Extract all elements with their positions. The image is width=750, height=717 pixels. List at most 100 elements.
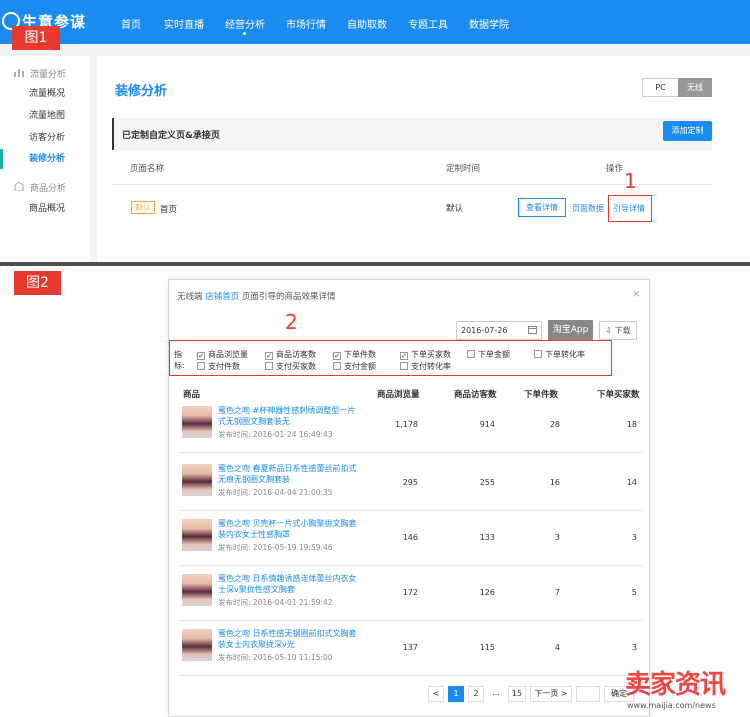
- metric-checkbox-product-uv[interactable]: ✓ 商品访客数: [265, 350, 316, 360]
- product-pv-value: 137: [402, 643, 418, 652]
- order-buyers-value: 18: [626, 420, 637, 429]
- product-thumbnail[interactable]: [182, 464, 212, 496]
- product-uv-value: 115: [479, 643, 495, 652]
- bar-chart-icon: [14, 69, 24, 77]
- metric-checkbox-order-items[interactable]: ✓ 下单件数: [333, 350, 376, 360]
- metric-checkbox-order-buyers[interactable]: ✓ 下单买家数: [400, 350, 451, 360]
- checkbox-icon: [534, 350, 542, 358]
- highlight-box-1: [608, 195, 652, 222]
- marker-2: 2: [285, 310, 298, 334]
- toggle-pc[interactable]: PC: [642, 78, 679, 97]
- nav-operation-analysis[interactable]: 经营分析: [225, 16, 265, 31]
- nav-active-indicator: [243, 32, 246, 35]
- order-items-value: 28: [549, 420, 560, 429]
- order-items-value: 7: [554, 588, 560, 597]
- checkbox-icon: [467, 350, 475, 358]
- checkbox-checked-icon: ✓: [333, 352, 341, 360]
- sidebar-item-visitor-analysis[interactable]: 访客分析: [0, 128, 90, 148]
- figure-separator: [0, 262, 750, 266]
- checkbox-checked-icon: ✓: [265, 352, 273, 360]
- close-icon[interactable]: ×: [632, 287, 641, 300]
- product-name-link[interactable]: 蜜色之吻 日系性感无钢圈前扣式文胸套装女士内衣聚拢深v光: [218, 628, 358, 650]
- order-buyers-value: 3: [631, 533, 637, 542]
- product-uv-value: 133: [479, 533, 495, 542]
- table-row: 蜜色之吻 #杯神器性感刺绣调整型一片式无钢圈文胸套装无 发布时间: 2016-0…: [179, 398, 644, 453]
- checkbox-icon: [400, 362, 408, 370]
- view-detail-button[interactable]: 查看详情: [518, 198, 566, 217]
- main-panel: 装修分析 PC 无线 已定制自定义页&承接页 添加定制 页面名称 定制时间 操作…: [97, 56, 750, 262]
- figure-1-tag: 图1: [12, 26, 60, 50]
- sidebar: 流量分析 流量概况 流量地图 访客分析 装修分析 商品分析 商品概况: [0, 56, 90, 262]
- dialog-title: 无线端 店铺首页 页面引导的商品效果详情: [177, 292, 336, 302]
- toggle-wireless[interactable]: 无线: [678, 78, 712, 97]
- sidebar-item-traffic-overview[interactable]: 流量概况: [0, 84, 90, 104]
- metric-label: 指标:: [174, 350, 185, 370]
- product-thumbnail[interactable]: [182, 406, 212, 438]
- metric-checkbox-order-conversion[interactable]: 下单转化率: [534, 350, 585, 360]
- product-name-link[interactable]: 蜜色之吻 日系情趣诱惑连体蕾丝内衣女士深v聚拢性感文胸套: [218, 573, 358, 595]
- nav-market[interactable]: 市场行情: [286, 16, 326, 31]
- order-buyers-value: 14: [626, 478, 637, 487]
- nav-home[interactable]: 首页: [121, 16, 141, 31]
- product-thumbnail[interactable]: [182, 629, 212, 661]
- section-title: 已定制自定义页&承接页: [122, 131, 220, 141]
- pager-next-button[interactable]: 下一页 >: [530, 686, 572, 702]
- order-items-value: 4: [554, 643, 560, 652]
- column-header-custom-time: 定制时间: [446, 164, 481, 174]
- box-icon: [14, 182, 24, 191]
- order-buyers-value: 5: [631, 588, 637, 597]
- pager-jump-input[interactable]: [576, 686, 600, 702]
- pager-ellipsis: …: [488, 686, 504, 702]
- publish-time: 发布时间: 2016-04-04 21:00:35: [218, 488, 333, 497]
- sidebar-item-decoration-analysis[interactable]: 装修分析: [0, 149, 90, 169]
- metric-checkbox-pay-conversion[interactable]: 支付转化率: [400, 362, 451, 372]
- date-picker[interactable]: 2016-07-26: [456, 321, 542, 340]
- metric-checkbox-pay-amount[interactable]: 支付金额: [333, 362, 376, 372]
- marker-1: 1: [624, 169, 637, 193]
- column-header-page-name: 页面名称: [130, 164, 165, 174]
- metric-checkbox-product-pv[interactable]: ✓ 商品浏览量: [197, 350, 248, 360]
- nav-live[interactable]: 实时直播: [164, 16, 204, 31]
- sidebar-item-product-overview[interactable]: 商品概况: [0, 199, 90, 219]
- checkbox-checked-icon: ✓: [400, 352, 408, 360]
- pager-prev-button[interactable]: <: [428, 686, 444, 702]
- table-row: 蜜色之吻 日系性感无钢圈前扣式文胸套装女士内衣聚拢深v光 发布时间: 2016-…: [179, 621, 644, 676]
- checkbox-icon: [265, 362, 273, 370]
- publish-time: 发布时间: 2016-01-24 16:49:43: [218, 430, 333, 439]
- add-custom-button[interactable]: 添加定制: [663, 121, 712, 141]
- product-name-link[interactable]: 蜜色之吻 #杯神器性感刺绣调整型一片式无钢圈文胸套装无: [218, 405, 358, 427]
- pager-page-1[interactable]: 1: [448, 686, 464, 702]
- figure-1: 生意参谋 首页 实时直播 经营分析 市场行情 自助取数 专题工具 数据学院 图1…: [0, 0, 750, 262]
- page-name-cell: 首页: [160, 205, 178, 215]
- sidebar-item-traffic-map[interactable]: 流量地图: [0, 106, 90, 126]
- page-data-link[interactable]: 页面数据: [572, 203, 604, 214]
- pager-page-2[interactable]: 2: [468, 686, 484, 702]
- figure-2-tag: 图2: [14, 271, 61, 295]
- calendar-icon: [528, 326, 537, 334]
- product-name-link[interactable]: 蜜色之吻 春夏新品日系性感蕾丝前扣式无痕无钢圈文胸套装: [218, 463, 358, 485]
- taobao-app-button[interactable]: 淘宝App: [548, 320, 593, 340]
- order-items-value: 16: [549, 478, 560, 487]
- metric-checkbox-order-amount[interactable]: 下单金额: [467, 350, 510, 360]
- nav-tools[interactable]: 专题工具: [408, 16, 448, 31]
- product-thumbnail[interactable]: [182, 519, 212, 551]
- pager-page-15[interactable]: 15: [508, 686, 526, 702]
- product-uv-value: 126: [479, 588, 495, 597]
- product-pv-value: 295: [402, 478, 418, 487]
- dialog-title-link[interactable]: 店铺首页: [205, 292, 239, 302]
- metric-checkbox-pay-buyers[interactable]: 支付买家数: [265, 362, 316, 372]
- custom-time-cell: 默认: [446, 204, 464, 214]
- nav-academy[interactable]: 数据学院: [469, 16, 509, 31]
- download-button[interactable]: ⇩ 下载: [599, 321, 637, 340]
- product-thumbnail[interactable]: [182, 574, 212, 606]
- metric-checkbox-pay-items[interactable]: 支付件数: [197, 362, 240, 372]
- top-nav: 生意参谋 首页 实时直播 经营分析 市场行情 自助取数 专题工具 数据学院: [0, 0, 750, 44]
- column-header-action: 操作: [606, 164, 624, 174]
- product-pv-value: 146: [402, 533, 418, 542]
- table-row: 蜜色之吻 春夏新品日系性感蕾丝前扣式无痕无钢圈文胸套装 发布时间: 2016-0…: [179, 456, 644, 511]
- nav-self-query[interactable]: 自助取数: [347, 16, 387, 31]
- product-name-link[interactable]: 蜜色之吻 贝壳杯一片式小胸聚拢文胸套装内衣女士性感胸罩: [218, 518, 358, 540]
- page-title: 装修分析: [115, 84, 168, 99]
- order-buyers-value: 3: [631, 643, 637, 652]
- watermark-logo: 卖家资讯 www.maijia.com/news: [625, 670, 726, 710]
